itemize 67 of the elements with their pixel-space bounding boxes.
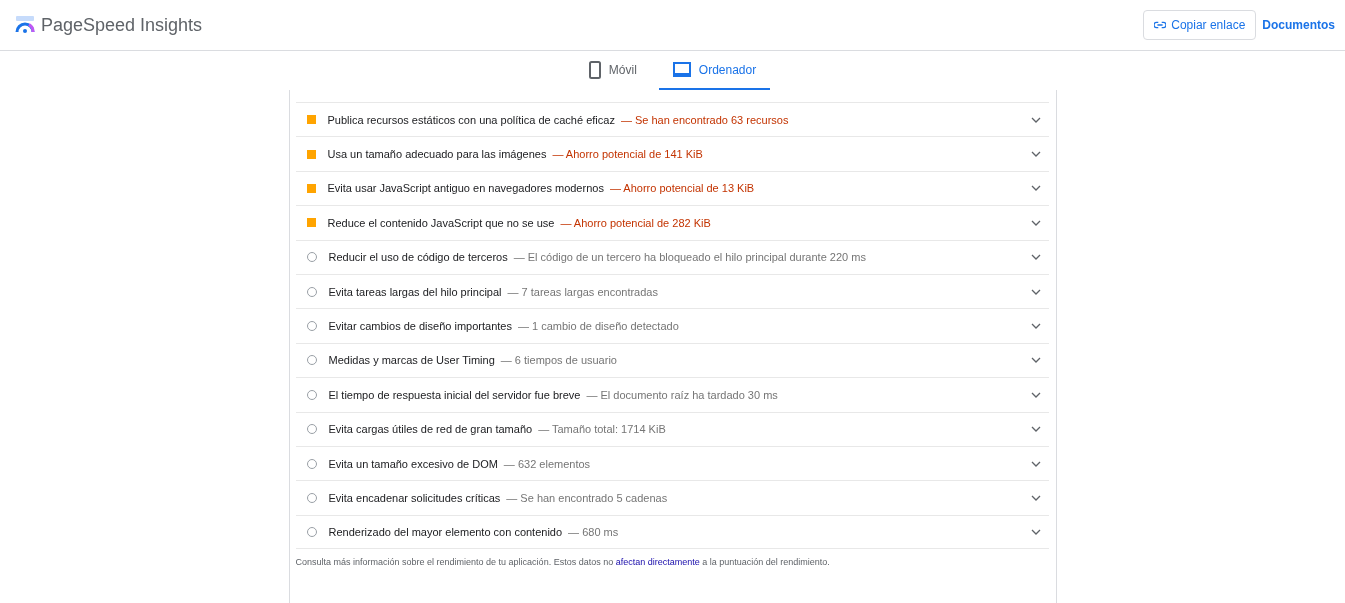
- device-tab[interactable]: Móvil: [574, 51, 651, 90]
- chevron-down-icon: [1030, 151, 1041, 158]
- audit-detail: — Se han encontrado 63 recursos: [620, 113, 789, 126]
- audit-detail: — 6 tiempos de usuario: [500, 354, 617, 367]
- audit-row[interactable]: Usa un tamaño adecuado para las imágenes — Ahorro potencial de 141 KiB: [295, 136, 1049, 171]
- audit-detail: — El documento raíz ha tardado 30 ms: [586, 388, 778, 401]
- warning-square-icon: [306, 218, 316, 228]
- chevron-down-icon: [1030, 460, 1041, 467]
- warning-square-icon: [306, 149, 316, 159]
- audit-row[interactable]: Evita tareas largas del hilo principal — 7 tareas largas encontradas: [295, 273, 1049, 309]
- chevron-down-icon: [1030, 323, 1041, 330]
- audit-row[interactable]: Medidas y marcas de User Timing — 6 tiempos de usuario: [295, 342, 1049, 378]
- audit-row[interactable]: Publica recursos estáticos con una política de caché eficaz — Se han encontrado 63 recursos: [295, 102, 1049, 137]
- audit-title: Evita un tamaño excesivo de DOM: [328, 457, 498, 470]
- footer-note: Consulta más información sobre el rendimiento de tu aplicación. Estos datos no afectan directamente a la puntuación del rendimiento.: [295, 557, 831, 568]
- audit-detail: — 632 elementos: [503, 457, 591, 470]
- audit-detail: — Ahorro potencial de 13 KiB: [609, 182, 755, 195]
- audit-detail: — Ahorro potencial de 282 KiB: [560, 216, 711, 229]
- app-title: PageSpeed Insights: [41, 14, 203, 36]
- warning-square-icon: [306, 183, 316, 193]
- audit-title: Evita encadenar solicitudes críticas: [328, 492, 501, 504]
- audit-title: Medidas y marcas de User Timing: [328, 354, 495, 367]
- chevron-down-icon: [1030, 254, 1041, 261]
- audit-row[interactable]: Evita un tamaño excesivo de DOM — 632 elementos: [295, 445, 1049, 481]
- audit-title: Reduce el contenido JavaScript que no se use: [327, 216, 555, 229]
- chevron-down-icon: [1030, 219, 1041, 226]
- audit-detail: — 7 tareas largas encontradas: [507, 285, 658, 298]
- chevron-down-icon: [1030, 116, 1041, 123]
- chevron-down-icon: [1030, 185, 1041, 192]
- audit-row[interactable]: Renderizado del mayor elemento con contenido — 680 ms: [295, 514, 1049, 550]
- audit-row[interactable]: Evitar cambios de diseño importantes — 1 cambio de diseño detectado: [295, 308, 1049, 343]
- audit-detail: — Se han encontrado 5 cadenas: [506, 492, 668, 504]
- audit-row[interactable]: Evita cargas útiles de red de gran tamaño — Tamaño total: 1714 KiB: [295, 411, 1049, 446]
- monitor-icon: [672, 62, 691, 77]
- warning-square-icon: [306, 115, 316, 125]
- audit-title: Publica recursos estáticos con una política de caché eficaz: [327, 113, 615, 126]
- copy-link-button[interactable]: Copiar enlace: [1143, 10, 1257, 40]
- audit-detail: — Tamaño total: 1714 KiB: [538, 423, 666, 436]
- audit-title: El tiempo de respuesta inicial del servidor fue breve: [328, 388, 581, 401]
- device-tab[interactable]: Ordenador: [658, 51, 771, 90]
- chevron-down-icon: [1030, 495, 1041, 501]
- phone-icon: [588, 60, 601, 79]
- performance-link[interactable]: afectan directamente: [615, 557, 700, 568]
- audit-row[interactable]: Reduce el contenido JavaScript que no se use — Ahorro potencial de 282 KiB: [295, 205, 1049, 240]
- audit-row[interactable]: Evita encadenar solicitudes críticas — Se han encontrado 5 cadenas: [295, 480, 1049, 515]
- audit-detail: — 1 cambio de diseño detectado: [517, 320, 679, 333]
- audit-title: Evita usar JavaScript antiguo en navegadores modernos: [327, 182, 604, 195]
- audit-title: Evita tareas largas del hilo principal: [328, 285, 502, 298]
- audit-row[interactable]: Reducir el uso de código de terceros — El código de un tercero ha bloqueado el hilo principal durante 220 ms: [295, 239, 1049, 274]
- chevron-down-icon: [1030, 391, 1041, 398]
- audit-detail: — El código de un tercero ha bloqueado el hilo principal durante 220 ms: [513, 251, 866, 264]
- chevron-down-icon: [1030, 288, 1041, 295]
- docs-link[interactable]: Documentos: [1262, 18, 1335, 32]
- chevron-down-icon: [1030, 426, 1041, 433]
- link-icon: [1154, 21, 1167, 29]
- logo-icon: [15, 15, 35, 35]
- audit-title: Evita cargas útiles de red de gran tamaño: [328, 423, 533, 436]
- audit-title: Usa un tamaño adecuado para las imágenes: [327, 148, 547, 161]
- audit-row[interactable]: El tiempo de respuesta inicial del servidor fue breve — El documento raíz ha tardado 30 ms: [295, 377, 1049, 412]
- audit-title: Reducir el uso de código de terceros: [328, 251, 508, 264]
- audit-row[interactable]: Evita usar JavaScript antiguo en navegadores modernos — Ahorro potencial de 13 KiB: [295, 170, 1049, 206]
- audit-title: Evitar cambios de diseño importantes: [328, 320, 512, 333]
- chevron-down-icon: [1030, 357, 1041, 364]
- audit-title: Renderizado del mayor elemento con contenido: [328, 525, 563, 538]
- audit-detail: — 680 ms: [568, 525, 619, 538]
- audit-detail: — Ahorro potencial de 141 KiB: [552, 148, 703, 161]
- chevron-down-icon: [1030, 528, 1041, 535]
